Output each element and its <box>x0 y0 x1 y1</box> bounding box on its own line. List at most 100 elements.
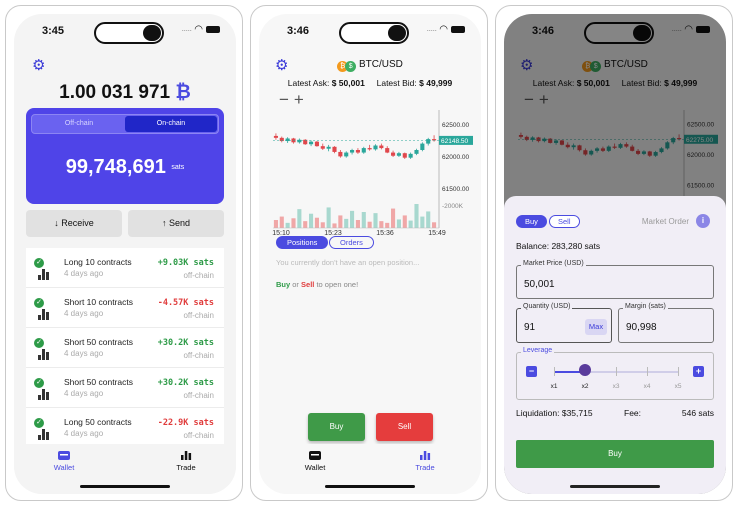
transaction-list[interactable]: ✓ Long 10 contracts 4 days ago +9.03K sats o… <box>26 248 224 448</box>
buy-button[interactable]: Buy <box>308 413 365 441</box>
transaction-row[interactable]: ✓ Short 10 contracts 4 days ago -4.57K sats… <box>26 288 224 328</box>
status-bar: 3:46 ····· ◠ <box>259 14 481 48</box>
order-phone-frame: 3:46 ····· ◠ ⚙ ₿ $ BTC/USD Latest Ask: $ … <box>495 5 733 501</box>
quantity-label: Quantity (USD) <box>521 303 573 310</box>
volume-bar <box>373 213 378 228</box>
bid-value: $ 49,999 <box>419 78 453 88</box>
sell-button[interactable]: Sell <box>376 413 433 441</box>
volume-bar <box>297 209 302 228</box>
bitcoin-symbol-icon: ₿ <box>175 82 191 103</box>
order-screen: 3:46 ····· ◠ ⚙ ₿ $ BTC/USD Latest Ask: $ … <box>504 14 726 494</box>
sell-toggle[interactable]: Sell <box>549 215 580 228</box>
candle-body <box>350 150 355 153</box>
volume-bar <box>338 215 343 228</box>
segment-on-chain[interactable]: On-chain <box>125 116 217 132</box>
transaction-row[interactable]: ✓ Long 50 contracts 4 days ago -22.9K sats o… <box>26 408 224 448</box>
pair-label: BTC/USD <box>358 59 403 70</box>
market-price-field: Market Price (USD) 50,001 <box>516 260 714 299</box>
candle-body <box>414 150 419 154</box>
transaction-amount: -4.57K sats <box>157 298 214 308</box>
tab-wallet-label: Wallet <box>304 463 326 472</box>
tab-trade[interactable]: Trade <box>156 450 216 472</box>
ask-label: Latest Ask: <box>287 78 330 88</box>
gear-icon[interactable]: ⚙ <box>32 56 45 74</box>
leverage-label: Leverage <box>521 347 555 354</box>
transaction-chain: off-chain <box>183 311 214 320</box>
leverage-option-label[interactable]: x5 <box>675 383 682 390</box>
candle-body <box>332 146 337 152</box>
price-tick-label: 61500.00 <box>442 186 469 193</box>
tab-orders[interactable]: Orders <box>329 236 374 249</box>
contract-icon: ✓ <box>34 418 50 440</box>
tab-positions[interactable]: Positions <box>276 236 329 249</box>
zoom-controls[interactable]: −+ <box>279 90 309 110</box>
check-icon: ✓ <box>34 378 44 388</box>
candle-body <box>385 148 390 153</box>
candle-body <box>314 141 319 147</box>
volume-bar <box>303 221 308 228</box>
wallet-phone-frame: 3:45 ····· ◠ ⚙ 1.00 031 971 ₿ Off-chain … <box>5 5 243 501</box>
bar-chart-icon <box>38 269 50 280</box>
margin-label: Margin (sats) <box>623 303 668 310</box>
max-button[interactable]: Max <box>585 319 607 335</box>
hint-sell-link[interactable]: Sell <box>301 280 314 289</box>
volume-bar <box>320 222 325 228</box>
leverage-option-label[interactable]: x4 <box>644 383 651 390</box>
status-icons: ····· ◠ <box>426 24 465 35</box>
home-indicator <box>325 485 415 488</box>
bar-chart-icon <box>420 451 431 460</box>
hint-buy-link[interactable]: Buy <box>276 280 290 289</box>
volume-bar <box>402 215 407 228</box>
buy-toggle[interactable]: Buy <box>516 215 547 228</box>
leverage-tick[interactable] <box>678 367 679 376</box>
leverage-option-label[interactable]: x1 <box>551 383 558 390</box>
receive-label: Receive <box>61 218 94 228</box>
transaction-row[interactable]: ✓ Long 10 contracts 4 days ago +9.03K sats o… <box>26 248 224 288</box>
fee-value: 546 sats <box>681 408 714 418</box>
hint-or: or <box>292 280 299 289</box>
balance-line: Balance: 283,280 sats <box>516 241 601 251</box>
leverage-slider-thumb[interactable] <box>579 364 591 376</box>
transaction-row[interactable]: ✓ Short 50 contracts 4 days ago +30.2K sats… <box>26 328 224 368</box>
fee-label: Fee: <box>624 408 642 418</box>
balance-value: 1.00 031 971 <box>59 82 171 103</box>
leverage-option-label[interactable]: x2 <box>582 383 589 390</box>
check-icon: ✓ <box>34 298 44 308</box>
confirm-buy-button[interactable]: Buy <box>516 440 714 468</box>
transaction-row[interactable]: ✓ Short 50 contracts 4 days ago +30.2K sats… <box>26 368 224 408</box>
send-label: Send <box>168 218 191 228</box>
leverage-tick[interactable] <box>647 367 648 376</box>
price-chart[interactable]: 62500.00 62000.00 61500.00 62148.50 -2000K 15… <box>267 110 479 235</box>
candle-body <box>402 153 407 158</box>
volume-bar <box>414 204 419 228</box>
volume-bar <box>291 218 296 228</box>
chain-segmented-control: Off-chain On-chain <box>31 114 219 134</box>
quantity-input[interactable]: 91 <box>524 322 535 333</box>
leverage-option-label[interactable]: x3 <box>613 383 620 390</box>
leverage-tick[interactable] <box>616 367 617 376</box>
transaction-name: Long 50 contracts <box>64 417 132 427</box>
transaction-time: 4 days ago <box>64 309 104 318</box>
send-button[interactable]: ↑ Send <box>128 210 224 237</box>
sats-value: 99,748,691 <box>65 156 166 178</box>
leverage-plus-button[interactable]: + <box>693 366 704 377</box>
receive-button[interactable]: ↓ Receive <box>26 210 122 237</box>
trade-screen: 3:46 ····· ◠ ⚙ ₿ $ BTC/USD Latest Ask: $ … <box>259 14 481 494</box>
volume-bar <box>326 207 331 228</box>
info-icon[interactable]: i <box>696 214 710 228</box>
transaction-amount: +30.2K sats <box>157 338 214 348</box>
tab-trade[interactable]: Trade <box>395 450 455 472</box>
tab-wallet[interactable]: Wallet <box>285 450 345 472</box>
quantity-field[interactable]: Quantity (USD) 91 Max <box>516 303 612 343</box>
leverage-tick[interactable] <box>554 367 555 376</box>
contract-icon: ✓ <box>34 298 50 320</box>
dollar-coin-icon: $ <box>345 61 357 72</box>
candle-body <box>355 150 360 153</box>
candle-body <box>297 139 302 143</box>
latest-quotes: Latest Ask: $ 50,001 Latest Bid: $ 49,99… <box>259 78 481 88</box>
leverage-minus-button[interactable]: − <box>526 366 537 377</box>
segment-off-chain[interactable]: Off-chain <box>33 116 125 132</box>
tab-wallet[interactable]: Wallet <box>34 450 94 472</box>
trading-pair[interactable]: ₿ $ BTC/USD <box>259 59 481 72</box>
order-type[interactable]: Market Order <box>642 217 689 226</box>
